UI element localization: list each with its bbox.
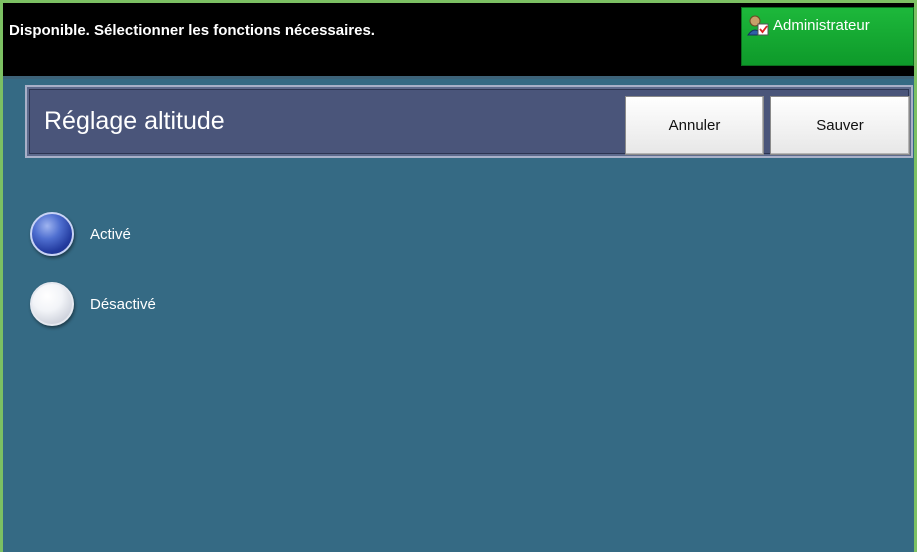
- cancel-button[interactable]: Annuler: [625, 96, 764, 155]
- status-message: Disponible. Sélectionner les fonctions n…: [9, 22, 375, 39]
- administrator-button[interactable]: Administrateur: [741, 7, 914, 66]
- administrator-label: Administrateur: [773, 17, 870, 34]
- radio-label-active: Activé: [90, 226, 131, 243]
- title-panel: Réglage altitude Annuler Sauver: [25, 85, 913, 158]
- device-screen: Disponible. Sélectionner les fonctions n…: [0, 0, 917, 552]
- status-bar: Disponible. Sélectionner les fonctions n…: [3, 3, 914, 79]
- title-panel-inner: Réglage altitude Annuler Sauver: [29, 89, 910, 155]
- save-button[interactable]: Sauver: [770, 96, 910, 155]
- main-panel: Disponible. Sélectionner les fonctions n…: [3, 3, 914, 552]
- page-title: Réglage altitude: [44, 107, 225, 135]
- radio-option-inactive[interactable]: Désactivé: [30, 282, 250, 332]
- radio-button-unselected[interactable]: [30, 282, 74, 326]
- radio-option-active[interactable]: Activé: [30, 212, 250, 262]
- radio-button-selected[interactable]: [30, 212, 74, 256]
- radio-label-inactive: Désactivé: [90, 296, 156, 313]
- administrator-user-icon: [747, 15, 769, 36]
